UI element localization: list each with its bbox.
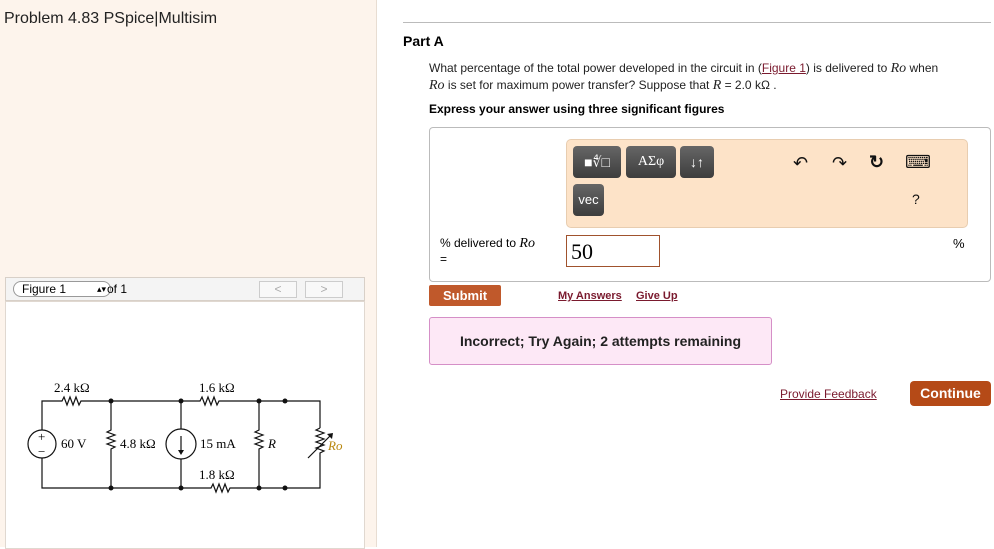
label-1-6k: 1.6 kΩ xyxy=(199,380,235,395)
ro-symbol: Ro xyxy=(519,236,535,251)
label-15ma: 15 mA xyxy=(200,436,236,451)
q-text: is set for maximum power transfer? Suppo… xyxy=(444,78,713,92)
label-2-4k: 2.4 kΩ xyxy=(54,380,90,395)
label-60v: 60 V xyxy=(61,436,87,451)
my-answers-link[interactable]: My Answers xyxy=(558,290,622,302)
equals-sign: = xyxy=(440,252,448,266)
label-1-8k: 1.8 kΩ xyxy=(199,467,235,482)
q-text: ) is delivered to xyxy=(805,61,891,75)
unit-label: % xyxy=(953,236,965,251)
continue-button[interactable]: Continue xyxy=(910,381,991,406)
help-icon[interactable]: ? xyxy=(912,191,920,207)
label-r: R xyxy=(267,436,276,451)
figure-link[interactable]: Figure 1 xyxy=(762,61,806,75)
minus-sign: − xyxy=(38,444,45,459)
figure-panel: Problem 4.83 PSpice|Multisim Figure 1 ▴▾ … xyxy=(0,0,377,549)
greek-button[interactable]: ΑΣφ xyxy=(626,146,676,178)
divider xyxy=(403,22,991,23)
label-4-8k: 4.8 kΩ xyxy=(120,436,156,451)
r-symbol: R xyxy=(712,78,722,93)
part-title: Part A xyxy=(403,33,444,49)
arrows-button[interactable]: ↓↑ xyxy=(680,146,714,178)
give-up-link[interactable]: Give Up xyxy=(636,290,678,302)
label-ro: Ro xyxy=(327,438,343,453)
answer-input[interactable]: 50 xyxy=(566,235,660,267)
feedback-message: Incorrect; Try Again; 2 attempts remaini… xyxy=(429,317,772,365)
ro-symbol: Ro xyxy=(429,78,445,93)
reset-icon[interactable]: ↻ xyxy=(869,152,884,173)
question-text: What percentage of the total power devel… xyxy=(429,60,989,94)
q-text: = 2.0 kΩ . xyxy=(721,78,777,92)
redo-icon[interactable]: ↷ xyxy=(832,153,847,174)
label-text: % delivered to xyxy=(440,236,520,250)
q-text: when xyxy=(906,61,939,75)
circuit-diagram: 2.4 kΩ 1.6 kΩ + − 60 V 4.8 kΩ 15 mA R 1.… xyxy=(27,380,343,494)
math-toolbar: ■∜□ ΑΣφ ↓↑ vec ↶ ↷ ↻ ⌨ ? xyxy=(566,139,968,228)
q-text: What percentage of the total power devel… xyxy=(429,61,762,75)
undo-icon[interactable]: ↶ xyxy=(793,153,808,174)
instructions: Express your answer using three signific… xyxy=(429,102,725,116)
keyboard-icon[interactable]: ⌨ xyxy=(905,152,931,173)
vec-button[interactable]: vec xyxy=(573,184,604,216)
templates-button[interactable]: ■∜□ xyxy=(573,146,621,178)
provide-feedback-link[interactable]: Provide Feedback xyxy=(780,387,877,401)
plus-sign: + xyxy=(38,429,45,444)
submit-button[interactable]: Submit xyxy=(429,285,501,306)
answer-label: % delivered to Ro = xyxy=(440,236,535,266)
ro-symbol: Ro xyxy=(890,61,907,76)
